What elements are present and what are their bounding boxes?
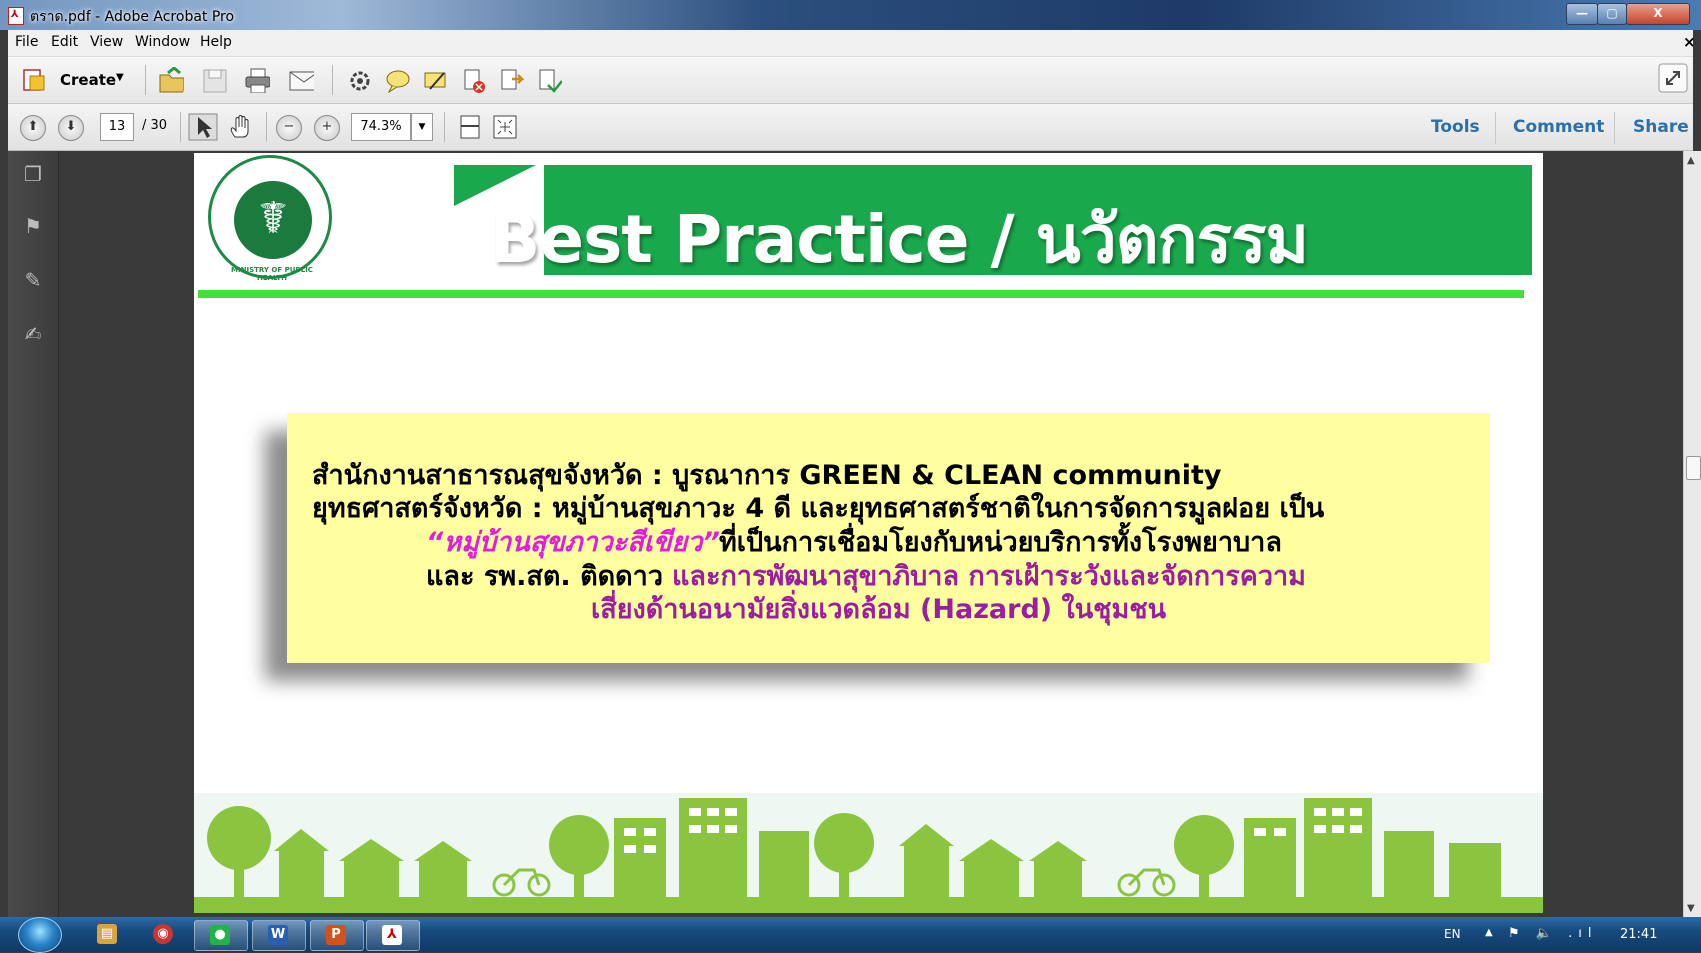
chevron-down-icon: ▼: [418, 122, 426, 132]
zoom-in-button[interactable]: +: [314, 115, 340, 141]
arrow-up-icon: ⬆: [27, 119, 39, 134]
combine-icon[interactable]: [536, 67, 562, 93]
hand-tool-icon[interactable]: [226, 113, 256, 141]
window-title: ตราด.pdf - Adobe Acrobat Pro: [30, 9, 235, 25]
main-toolbar: Create ▼: [8, 57, 1693, 104]
chevron-down-icon: ▼: [116, 72, 124, 83]
taskbar-acrobat[interactable]: ⅄: [366, 920, 420, 951]
caduceus-icon: ☤: [258, 193, 288, 244]
bookmarks-icon[interactable]: ⚑: [20, 213, 46, 239]
powerpoint-icon: P: [326, 925, 346, 945]
toolbar-separator: [332, 65, 333, 95]
toolbar-separator: [266, 112, 267, 142]
delete-pdf-icon[interactable]: [460, 67, 486, 93]
email-icon[interactable]: [288, 67, 314, 93]
scroll-thumb[interactable]: [1686, 456, 1701, 480]
open-folder-icon[interactable]: [158, 67, 184, 93]
page-thumbnails-icon[interactable]: ❐: [20, 161, 46, 187]
green-city-illustration: [194, 793, 1543, 913]
zoom-level-input[interactable]: 74.3%: [351, 113, 411, 141]
sign-icon[interactable]: [422, 67, 448, 93]
attachments-icon[interactable]: ✎: [20, 267, 46, 293]
logo-text: MINISTRY OF PUBLIC HEALTH: [231, 266, 313, 282]
create-button[interactable]: Create ▼: [20, 66, 130, 94]
logo-emblem: ☤: [231, 178, 315, 262]
comment-bubble-icon[interactable]: [384, 67, 410, 93]
taskbar-word[interactable]: W: [252, 920, 306, 951]
content-line-5: เสี่ยงด้านอนามัยสิ่งแวดล้อม (Hazard) ในช…: [591, 594, 1167, 625]
start-button[interactable]: [18, 917, 62, 953]
taskbar-chrome[interactable]: ◉: [138, 920, 190, 949]
close-window-button[interactable]: X: [1626, 3, 1690, 25]
minimize-button[interactable]: —: [1566, 3, 1598, 25]
taskbar-clock[interactable]: 21:41: [1620, 927, 1657, 942]
menu-view[interactable]: View: [90, 34, 123, 50]
pane-separator: [1495, 112, 1496, 144]
acrobat-icon: ⅄: [382, 925, 402, 945]
total-pages: / 30: [142, 118, 168, 133]
create-pdf-icon: [23, 69, 45, 91]
arrow-down-icon: ⬇: [65, 119, 77, 134]
menu-help[interactable]: Help: [200, 34, 232, 50]
export-pdf-icon[interactable]: [498, 67, 524, 93]
signatures-icon[interactable]: ✍: [20, 321, 46, 347]
select-tool-icon[interactable]: [188, 113, 218, 141]
pane-separator: [1614, 112, 1615, 144]
folder-icon: ▤: [97, 924, 117, 944]
content-box: สำนักงานสาธารณสุขจังหวัด : บูรณาการ GREE…: [287, 413, 1490, 663]
minus-icon: −: [283, 119, 295, 134]
toolbar-separator: [444, 112, 445, 142]
vertical-scrollbar[interactable]: ▲ ▼: [1683, 151, 1701, 917]
menu-window[interactable]: Window: [135, 34, 190, 50]
toolbar-separator: [145, 65, 146, 95]
scroll-down-arrow-icon[interactable]: ▼: [1687, 903, 1695, 914]
page-number-input[interactable]: 13: [100, 113, 134, 141]
save-icon[interactable]: [201, 67, 227, 93]
menu-file[interactable]: File: [15, 34, 38, 50]
zoom-out-button[interactable]: −: [276, 115, 302, 141]
fullscreen-icon[interactable]: [1658, 63, 1688, 93]
previous-page-button[interactable]: ⬆: [20, 115, 46, 141]
tools-pane-link[interactable]: Tools: [1431, 117, 1480, 137]
create-label: Create: [60, 71, 117, 89]
taskbar-line[interactable]: ●: [194, 920, 248, 951]
system-tray-icons[interactable]: ⚑ 🔈 .ıl: [1508, 926, 1597, 941]
menu-bar: File Edit View Window Help ×: [8, 30, 1696, 57]
print-icon[interactable]: [244, 67, 270, 93]
word-icon: W: [268, 925, 288, 945]
windows-taskbar: ▤ ◉ ● W P ⅄ EN ▲ ⚑ 🔈 .ıl 21:41: [0, 917, 1701, 953]
pdf-page: ☤ MINISTRY OF PUBLIC HEALTH Best Practic…: [194, 153, 1543, 913]
toolbar-separator: [180, 112, 181, 142]
taskbar-powerpoint[interactable]: P: [310, 920, 364, 951]
maximize-button[interactable]: ▢: [1597, 3, 1627, 25]
line-chat-icon: ●: [210, 925, 230, 945]
acrobat-pdf-icon: ⅄: [8, 7, 24, 25]
language-indicator[interactable]: EN: [1444, 927, 1461, 941]
zoom-dropdown[interactable]: ▼: [411, 113, 433, 141]
navigation-toolbar: ⬆ ⬇ 13 / 30 − + 74.3% ▼ Tools Comment Sh…: [8, 104, 1693, 151]
plus-icon: +: [321, 119, 333, 134]
fit-page-icon[interactable]: [492, 114, 518, 140]
ministry-logo: ☤ MINISTRY OF PUBLIC HEALTH: [208, 155, 332, 282]
scroll-up-arrow-icon[interactable]: ▲: [1687, 155, 1695, 166]
next-page-button[interactable]: ⬇: [58, 115, 84, 141]
settings-icon[interactable]: [346, 67, 372, 93]
window-title-bar[interactable]: ⅄ ตราด.pdf - Adobe Acrobat Pro — ▢ X: [0, 0, 1701, 30]
close-document-button[interactable]: ×: [1683, 33, 1696, 51]
chrome-icon: ◉: [153, 924, 173, 944]
taskbar-explorer[interactable]: ▤: [82, 920, 134, 949]
share-pane-link[interactable]: Share: [1633, 117, 1689, 137]
slide-heading: Best Practice / นวัตกรรม: [490, 201, 1309, 278]
navigation-pane: ❐ ⚑ ✎ ✍: [8, 151, 59, 917]
show-hidden-icons-icon[interactable]: ▲: [1485, 927, 1493, 938]
menu-edit[interactable]: Edit: [51, 34, 78, 50]
scrolling-mode-icon[interactable]: [458, 114, 482, 140]
comment-pane-link[interactable]: Comment: [1513, 117, 1604, 137]
